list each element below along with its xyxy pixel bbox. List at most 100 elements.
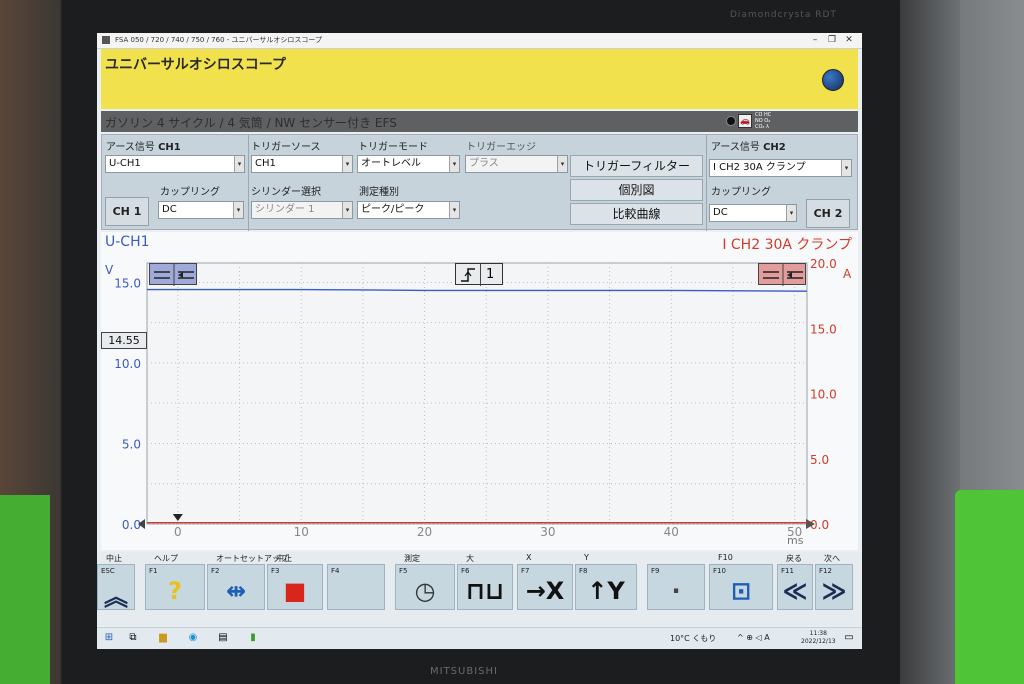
fkey-f4[interactable]: F4 bbox=[327, 564, 385, 610]
ch1-source-select[interactable]: U-CH1 ▾ bbox=[105, 155, 245, 173]
right-unit-label: A bbox=[843, 267, 852, 281]
task-view-icon[interactable]: ⧉ bbox=[127, 632, 139, 644]
divider bbox=[706, 135, 707, 231]
monitor-maker: MITSUBISHI bbox=[430, 666, 498, 677]
fkey-icon: ■ bbox=[283, 577, 307, 605]
maximize-button[interactable]: ❐ bbox=[824, 34, 840, 47]
trigger-source-label: トリガーソース bbox=[251, 142, 321, 153]
taskbar: ⊞ ⧉ ▆ ◉ ▤ ▮ 10°C くもり ^ ⊕ ◁ A 11:38 2022/… bbox=[97, 627, 862, 649]
ch2-coupling-select[interactable]: DC ▾ bbox=[709, 204, 797, 222]
windows-start-icon[interactable]: ⊞ bbox=[103, 632, 115, 644]
fkey-f5[interactable]: 測定 F5 ◷ bbox=[395, 554, 455, 610]
fkey-f9[interactable]: F9 · bbox=[647, 564, 705, 610]
notification-icon[interactable]: ▭ bbox=[843, 632, 855, 644]
weather-label[interactable]: 10°C くもり bbox=[670, 633, 716, 644]
x-tick-label: 0 bbox=[174, 525, 182, 539]
fkey-f10[interactable]: F10 F10 ⊡ bbox=[709, 553, 773, 610]
trigger-mode-select[interactable]: オートレベル ▾ bbox=[357, 155, 460, 173]
fkey-f6[interactable]: 大 F6 ⊓⊔ bbox=[457, 554, 513, 610]
fkey-f3[interactable]: 中止 F3 ■ bbox=[267, 554, 323, 610]
app-icon[interactable]: ▮ bbox=[247, 632, 259, 644]
ch1-button[interactable]: CH 1 bbox=[105, 197, 149, 226]
chevron-down-icon: ▾ bbox=[234, 156, 244, 172]
monitor-scene: Diamondcrysta RDT MITSUBISHI FSA 050 / 7… bbox=[0, 0, 1024, 684]
cursor-readout[interactable]: 14.55 bbox=[101, 332, 147, 349]
x-tick-label: 20 bbox=[417, 525, 432, 539]
fkey-icon: · bbox=[671, 577, 681, 605]
fkey-caption: 測定 bbox=[404, 554, 420, 563]
trigger-channel: 1 bbox=[486, 267, 495, 282]
x-tick-label: 50 bbox=[787, 525, 802, 539]
fkey-f2[interactable]: オートセットアップ F2 ⇹ bbox=[207, 554, 288, 610]
status-led-icon bbox=[726, 116, 736, 126]
fkey-icon: ≫ bbox=[821, 577, 847, 605]
app-title: ユニバーサルオシロスコープ bbox=[105, 57, 286, 73]
fkey-icon: →X bbox=[525, 577, 565, 605]
vehicle-bar: ガソリン 4 サイクル / 4 気筒 / NW センサー付き EFS 🚗 CO … bbox=[101, 111, 858, 132]
measure-select[interactable]: ピーク/ピーク ▾ bbox=[357, 201, 460, 219]
globe-icon[interactable] bbox=[822, 69, 844, 91]
system-tray[interactable]: ^ ⊕ ◁ A bbox=[737, 633, 770, 642]
ch1-coupling-label: カップリング bbox=[160, 187, 220, 198]
oscilloscope-view[interactable]: V Ams 0.0 5.0 10.0 15.0 0.0 5.0 10.0 15.0 20.0 0 10 2… bbox=[101, 232, 858, 550]
ch1-coupling-select[interactable]: DC ▾ bbox=[158, 201, 244, 219]
fkey-label: F1 bbox=[149, 567, 158, 575]
app-header: ユニバーサルオシロスコープ bbox=[101, 49, 858, 109]
edge-icon[interactable]: ◉ bbox=[187, 632, 199, 644]
trigger-source-select[interactable]: CH1 ▾ bbox=[251, 155, 353, 173]
compare-curve-button[interactable]: 比較曲線 bbox=[570, 203, 703, 225]
minimize-button[interactable]: – bbox=[807, 34, 823, 47]
monitor-brand: Diamondcrysta RDT bbox=[730, 10, 837, 20]
left-unit-label: V bbox=[105, 263, 114, 277]
chevron-down-icon: ▾ bbox=[449, 202, 459, 218]
function-key-bar: 中止 ESC ︽ ヘルプ F1? オートセットアップ F2 ⇹ 中止 F3 ■ F4 測定 F5 ◷ 大 F6 ⊓… bbox=[97, 552, 862, 626]
fkey-caption: 次へ bbox=[824, 554, 840, 563]
control-panel: アース信号 CH1 U-CH1 ▾ カップリング DC ▾ CH 1 トリガーソース… bbox=[101, 134, 858, 231]
folder-icon[interactable]: ▆ bbox=[157, 632, 169, 644]
clock-date: 2022/12/13 bbox=[801, 638, 836, 645]
fkey-label: F6 bbox=[461, 567, 470, 575]
ch2-source-select[interactable]: I CH2 30A クランプ ▾ bbox=[709, 159, 852, 177]
fkey-label: F11 bbox=[781, 567, 794, 575]
y-tick-label: 5.0 bbox=[122, 437, 141, 451]
y-tick-label: 0.0 bbox=[122, 518, 141, 532]
fkey-caption: 中止 bbox=[106, 554, 122, 563]
x-tick-label: 40 bbox=[664, 525, 679, 539]
ch2-cursor-icon[interactable] bbox=[758, 263, 806, 286]
notepad-icon[interactable]: ▤ bbox=[217, 632, 229, 644]
ch2-button[interactable]: CH 2 bbox=[806, 199, 850, 228]
fkey-f11[interactable]: 戻る F11 ≪ bbox=[777, 554, 813, 610]
fkey-label: F5 bbox=[399, 567, 408, 575]
trigger-mode-label: トリガーモード bbox=[358, 142, 428, 153]
fkey-label: F10 bbox=[713, 567, 726, 575]
fkey-f1[interactable]: ヘルプ F1? bbox=[145, 554, 205, 610]
fkey-f8[interactable]: Y F8 ↑Y bbox=[575, 553, 637, 610]
fkey-f7[interactable]: X F7 →X bbox=[517, 553, 573, 610]
fkey-label: F4 bbox=[331, 567, 340, 575]
fkey-f12[interactable]: 次へ F12 ≫ bbox=[815, 554, 853, 610]
individual-view-button[interactable]: 個別図 bbox=[570, 179, 703, 201]
fkey-icon: ◷ bbox=[414, 577, 436, 605]
close-button[interactable]: ✕ bbox=[841, 34, 857, 47]
chevron-down-icon: ▾ bbox=[841, 160, 851, 176]
trigger-edge-select[interactable]: プラス ▾ bbox=[465, 155, 568, 173]
fkey-label: F7 bbox=[521, 567, 530, 575]
chevron-down-icon: ▾ bbox=[342, 202, 352, 218]
chevron-down-icon: ▾ bbox=[557, 156, 567, 172]
fkey-caption: X bbox=[526, 553, 532, 562]
fkey-icon: ⊓⊔ bbox=[465, 577, 505, 605]
clock[interactable]: 11:38 2022/12/13 bbox=[801, 630, 836, 646]
car-icon: 🚗 bbox=[738, 114, 752, 128]
trigger-edge-icon[interactable]: 1 bbox=[455, 263, 503, 286]
cylinder-select[interactable]: シリンダー 1 ▾ bbox=[251, 201, 353, 219]
fkey-icon: ≪ bbox=[782, 577, 808, 605]
trigger-edge-label: トリガーエッジ bbox=[466, 142, 536, 153]
x-tick-label: 10 bbox=[294, 525, 309, 539]
cabinet-side bbox=[900, 0, 960, 684]
fkey-icon: ︽ bbox=[104, 583, 128, 611]
trigger-filter-button[interactable]: トリガーフィルター bbox=[570, 155, 703, 177]
fkey-icon: ⇹ bbox=[225, 577, 247, 605]
fkey-esc[interactable]: 中止 ESC ︽ bbox=[97, 554, 135, 611]
ch1-cursor-icon[interactable] bbox=[149, 263, 197, 286]
fkey-caption: 中止 bbox=[276, 554, 292, 563]
